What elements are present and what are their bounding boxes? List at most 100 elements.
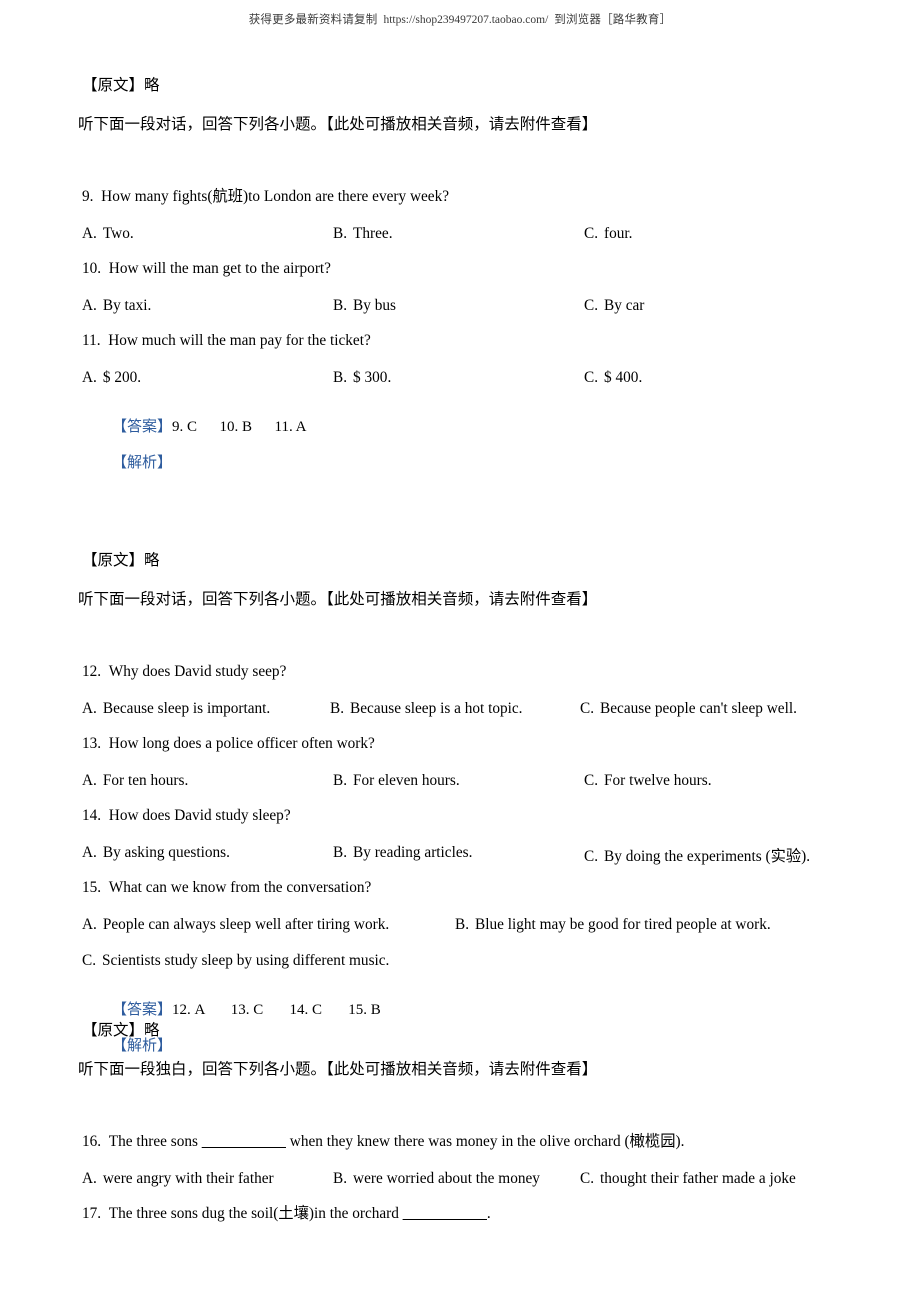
option-13-a-text: For ten hours.	[102, 772, 189, 789]
question-13-text: 13. How long does a police officer often…	[0, 736, 375, 751]
question-12-number: 12.	[82, 663, 102, 680]
option-11-b-text: $ 300.	[353, 369, 392, 386]
option-10-b[interactable]: B. By bus	[333, 297, 396, 315]
option-9-c[interactable]: C. four.	[584, 225, 633, 243]
question-16-body-before: The three sons	[108, 1133, 202, 1150]
option-12-a[interactable]: A. Because sleep is important.	[82, 700, 270, 718]
question-10-number: 10.	[82, 260, 102, 277]
question-16-blank[interactable]: ___________	[202, 1133, 286, 1150]
option-15-a-text: People can always sleep well after tirin…	[102, 916, 390, 933]
option-12-b[interactable]: B. Because sleep is a hot topic.	[330, 700, 523, 718]
option-13-b-text: For eleven hours.	[353, 772, 460, 789]
option-14-a-text: By asking questions.	[102, 844, 230, 861]
option-16-a[interactable]: A. were angry with their father	[82, 1170, 274, 1188]
source-label-3: 【原文】略	[82, 1022, 160, 1039]
question-15-body: What can we know from the conversation?	[108, 879, 372, 896]
answer-tag-1: 【答案】	[112, 419, 173, 435]
option-15-a[interactable]: A. People can always sleep well after tir…	[82, 916, 389, 934]
option-11-b[interactable]: B. $ 300.	[333, 369, 391, 387]
question-14-options: A. By asking questions. B. By reading arti…	[0, 844, 920, 865]
source-label-2: 【原文】略	[82, 552, 160, 569]
option-14-b-letter: B.	[333, 844, 348, 861]
page-header-watermark: 获得更多最新资料请复制 https://shop239497207.taobao.…	[0, 11, 920, 27]
option-13-a-letter: A.	[82, 772, 97, 789]
option-16-b[interactable]: B. were worried about the money	[333, 1170, 540, 1188]
option-13-b-letter: B.	[333, 772, 348, 789]
header-prefix-text: 获得更多最新资料请复制	[248, 14, 378, 26]
option-16-c[interactable]: C. thought their father made a joke	[580, 1170, 796, 1188]
instruction-line-3: 听下面一段独白，回答下列各小题。【此处可播放相关音频，请去附件查看】	[78, 1061, 598, 1078]
option-11-c[interactable]: C. $ 400.	[584, 369, 642, 387]
option-14-c-text: By doing the experiments (实验).	[604, 848, 811, 865]
document-body: 【原文】略 听下面一段对话，回答下列各小题。【此处可播放相关音频，请去附件查看】…	[0, 60, 920, 1221]
question-14-body: How does David study sleep?	[108, 807, 291, 824]
option-12-a-letter: A.	[82, 700, 97, 717]
option-11-a-letter: A.	[82, 369, 97, 386]
question-9-text: 9. How many fights(航班)to London are ther…	[0, 189, 449, 204]
question-11-text: 11. How much will the man pay for the ti…	[0, 333, 371, 348]
question-15-number: 15.	[82, 879, 102, 896]
analysis-tag-1: 【解析】	[112, 455, 173, 471]
option-14-b-text: By reading articles.	[353, 844, 473, 861]
option-9-c-letter: C.	[584, 225, 599, 242]
option-16-a-letter: A.	[82, 1170, 97, 1187]
question-17-body-after: .	[486, 1205, 491, 1222]
option-12-b-letter: B.	[330, 700, 345, 717]
option-9-c-text: four.	[604, 225, 633, 242]
option-13-a[interactable]: A. For ten hours.	[82, 772, 188, 790]
option-9-a-text: Two.	[102, 225, 134, 242]
header-suffix-text: 到浏览器［路华教育］	[554, 14, 672, 26]
section-block-1: 【原文】略 听下面一段对话，回答下列各小题。【此处可播放相关音频，请去附件查看】…	[0, 60, 920, 530]
option-12-a-text: Because sleep is important.	[102, 700, 271, 717]
option-10-a-letter: A.	[82, 297, 97, 314]
question-12-options: A. Because sleep is important. B. Because …	[0, 700, 920, 718]
option-11-a-text: $ 200.	[102, 369, 142, 386]
option-10-c-text: By car	[604, 297, 645, 314]
option-11-b-letter: B.	[333, 369, 348, 386]
option-10-c[interactable]: C. By car	[584, 297, 644, 315]
question-17-text: 17. The three sons dug the soil(土壤)in th…	[0, 1206, 491, 1221]
option-13-c-letter: C.	[584, 772, 599, 789]
option-15-a-letter: A.	[82, 916, 97, 933]
option-13-c[interactable]: C. For twelve hours.	[584, 772, 712, 790]
question-12-body: Why does David study seep?	[108, 663, 287, 680]
question-13-options: A. For ten hours. B. For eleven hours. C. F…	[0, 772, 920, 790]
question-17-body-before: The three sons dug the soil(土壤)in the or…	[108, 1205, 403, 1222]
option-16-c-text: thought their father made a joke	[600, 1170, 796, 1187]
option-16-a-text: were angry with their father	[102, 1170, 274, 1187]
option-14-c[interactable]: C. By doing the experiments (实验).	[584, 844, 810, 866]
instruction-line-1: 听下面一段对话，回答下列各小题。【此处可播放相关音频，请去附件查看】	[78, 116, 598, 133]
question-9-body: How many fights(航班)to London are there e…	[101, 188, 450, 205]
option-15-b-letter: B.	[455, 916, 470, 933]
option-13-b[interactable]: B. For eleven hours.	[333, 772, 460, 790]
question-16-number: 16.	[82, 1133, 102, 1150]
answer-values-1: 9. C 10. B 11. A	[172, 419, 307, 435]
option-10-b-letter: B.	[333, 297, 348, 314]
option-10-a[interactable]: A. By taxi.	[82, 297, 151, 315]
option-14-a[interactable]: A. By asking questions.	[82, 844, 230, 862]
question-17-blank[interactable]: ___________	[403, 1205, 487, 1222]
section-block-3: 【原文】略 听下面一段独白，回答下列各小题。【此处可播放相关音频，请去附件查看】…	[0, 940, 920, 1221]
question-15-text: 15. What can we know from the conversati…	[0, 880, 371, 895]
question-12-text: 12. Why does David study seep?	[0, 664, 286, 679]
option-10-a-text: By taxi.	[102, 297, 152, 314]
question-13-number: 13.	[82, 735, 102, 752]
option-10-c-letter: C.	[584, 297, 599, 314]
option-11-c-text: $ 400.	[604, 369, 643, 386]
question-17-number: 17.	[82, 1205, 102, 1222]
option-10-b-text: By bus	[353, 297, 396, 314]
question-14-number: 14.	[82, 807, 102, 824]
option-12-c[interactable]: C. Because people can't sleep well.	[580, 700, 797, 718]
option-11-a[interactable]: A. $ 200.	[82, 369, 141, 387]
question-9-options: A. Two. B. Three. C. four.	[0, 225, 920, 243]
option-11-c-letter: C.	[584, 369, 599, 386]
option-9-b[interactable]: B. Three.	[333, 225, 393, 243]
question-10-text: 10. How will the man get to the airport?	[0, 261, 331, 276]
option-9-b-text: Three.	[353, 225, 393, 242]
option-15-b[interactable]: B. Blue light may be good for tired peopl…	[455, 916, 771, 934]
option-14-c-letter: C.	[584, 848, 599, 865]
option-9-a[interactable]: A. Two.	[82, 225, 134, 243]
question-16-text: 16. The three sons ___________ when they…	[0, 1134, 684, 1149]
option-14-b[interactable]: B. By reading articles.	[333, 844, 472, 862]
option-12-c-text: Because people can't sleep well.	[600, 700, 797, 717]
